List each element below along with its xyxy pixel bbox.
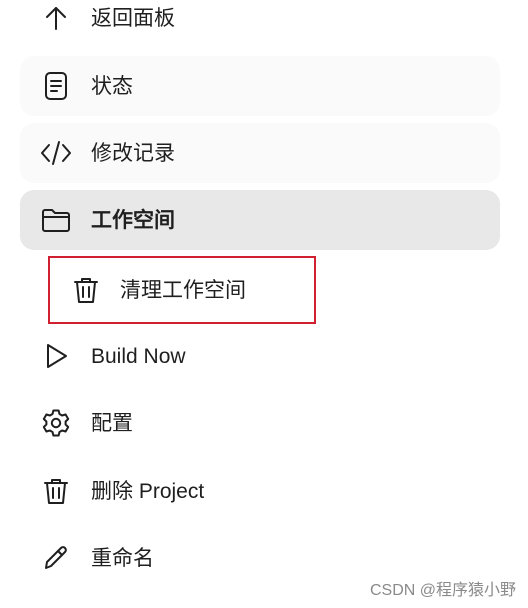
sidebar-item-status[interactable]: 状态	[20, 56, 500, 116]
folder-icon	[40, 204, 72, 236]
sidebar-item-label: 删除 Project	[91, 479, 205, 503]
sidebar-item-label: 清理工作空间	[120, 279, 246, 302]
sidebar-item-build-now[interactable]: Build Now	[20, 326, 500, 386]
sidebar-item-label: 返回面板	[91, 6, 175, 30]
code-icon	[40, 137, 72, 169]
document-icon	[40, 70, 72, 102]
sidebar-item-changes[interactable]: 修改记录	[20, 123, 500, 183]
play-icon	[40, 340, 72, 372]
sidebar-item-label: 工作空间	[91, 208, 175, 232]
sidebar-item-workspace[interactable]: 工作空间	[20, 190, 500, 250]
sidebar-item-label: 配置	[91, 411, 133, 435]
gear-icon	[40, 407, 72, 439]
watermark: CSDN @程序猿小野	[369, 582, 516, 599]
sidebar-item-label: 修改记录	[91, 141, 175, 165]
trash-icon	[40, 475, 72, 507]
trash-icon	[70, 274, 102, 306]
sidebar-item-label: 重命名	[91, 546, 154, 570]
sidebar-item-back-to-dashboard[interactable]: 返回面板	[20, 0, 500, 48]
sidebar-item-label: 状态	[91, 74, 133, 98]
sidebar-item-delete-project[interactable]: 删除 Project	[20, 461, 500, 521]
sidebar-subitem-wipe-workspace[interactable]: 清理工作空间	[48, 256, 316, 324]
pencil-icon	[40, 542, 72, 574]
sidebar-item-configure[interactable]: 配置	[20, 393, 500, 453]
sidebar-item-label: Build Now	[91, 344, 186, 368]
arrow-up-icon	[40, 2, 72, 34]
